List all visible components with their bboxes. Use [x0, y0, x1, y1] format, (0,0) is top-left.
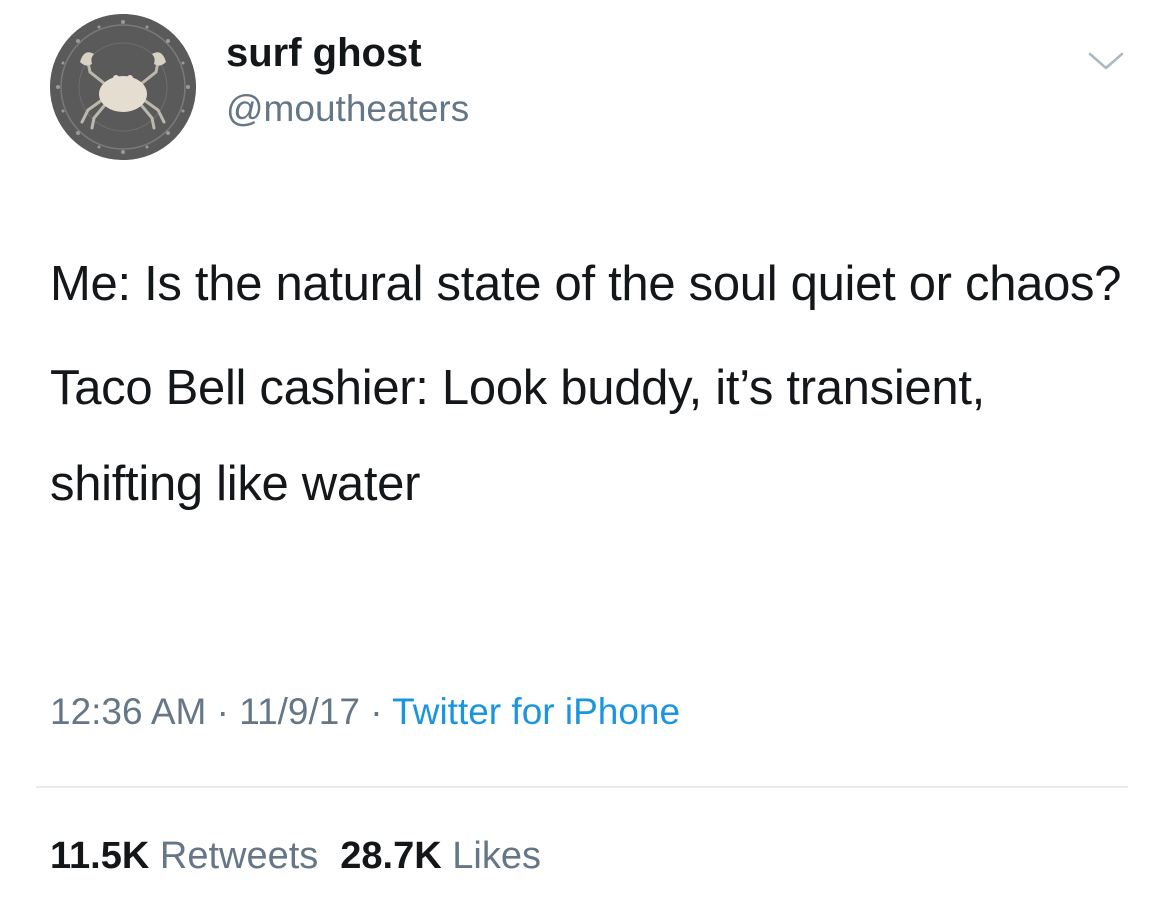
- likes-label: Likes: [452, 835, 541, 877]
- retweets-stat[interactable]: 11.5K Retweets: [50, 835, 318, 877]
- chevron-down-icon[interactable]: [1086, 48, 1126, 74]
- display-name[interactable]: surf ghost: [226, 30, 422, 76]
- retweets-label: Retweets: [159, 835, 319, 877]
- likes-stat[interactable]: 28.7K Likes: [340, 835, 541, 877]
- tweet-source-link[interactable]: Twitter for iPhone: [392, 691, 680, 732]
- tweet-text: Me: Is the natural state of the soul qui…: [50, 236, 1130, 532]
- crab-icon: [50, 14, 196, 160]
- retweets-count: 11.5K: [50, 835, 150, 877]
- tweet-meta: 12:36 AM · 11/9/17 · Twitter for iPhone: [50, 690, 680, 734]
- tweet-paragraph: Taco Bell cashier: Look buddy, it’s tran…: [50, 361, 985, 511]
- meta-separator: ·: [370, 691, 383, 732]
- tweet-time[interactable]: 12:36 AM: [50, 691, 206, 732]
- tweet-paragraph: Me: Is the natural state of the soul qui…: [50, 257, 1122, 311]
- likes-count: 28.7K: [340, 835, 442, 877]
- divider: [36, 786, 1128, 788]
- meta-separator: ·: [216, 691, 229, 732]
- tweet-stats: 11.5K Retweets 28.7K Likes: [50, 834, 541, 880]
- user-handle[interactable]: @moutheaters: [226, 88, 469, 131]
- tweet-date[interactable]: 11/9/17: [239, 691, 360, 732]
- avatar[interactable]: [50, 14, 196, 160]
